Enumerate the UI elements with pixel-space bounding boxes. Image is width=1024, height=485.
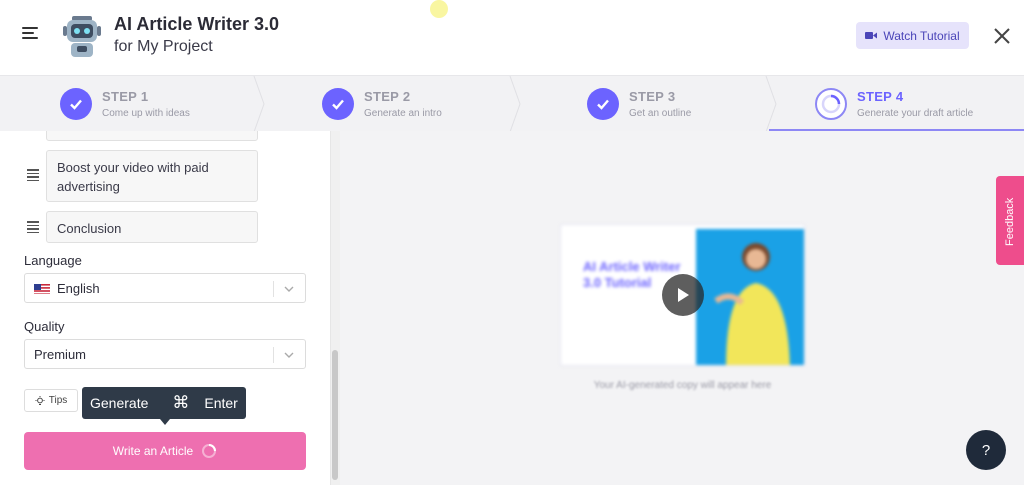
outline-item[interactable]: Conclusion [46,211,258,243]
step-separator [253,76,265,132]
check-icon [587,88,619,120]
language-select[interactable]: English [24,273,306,303]
feedback-tab[interactable]: Feedback [996,176,1024,265]
project-subtitle: for My Project [114,38,213,55]
step-1[interactable]: STEP 1 Come up with ideas [60,76,250,132]
watch-tutorial-label: Watch Tutorial [883,28,960,43]
write-article-label: Write an Article [112,444,194,458]
generate-shortcut-tooltip: Generate ⌘ Enter [82,387,246,425]
step-3[interactable]: STEP 3 Get an outline [587,76,767,132]
loading-spinner-icon [202,444,217,458]
play-icon[interactable] [662,274,704,316]
tips-label: Tips [48,395,68,406]
language-label: Language [24,253,82,268]
stepper: STEP 1 Come up with ideas STEP 2 Generat… [0,75,1024,132]
video-camera-icon [865,32,878,39]
close-icon[interactable] [992,26,1012,46]
robot-logo-icon [63,16,101,57]
scrollbar-thumb[interactable] [332,350,338,480]
app-title: AI Article Writer 3.0 [114,14,280,34]
app-root: AI Article Writer 3.0 for My Project Wat… [0,0,1024,485]
chevron-down-icon [284,286,294,292]
step-2-label: STEP 2 [364,89,411,104]
quality-value: Premium [34,346,87,362]
tooltip-enter: Enter [204,395,238,411]
chevron-down-icon [284,352,294,358]
us-flag-icon [34,283,50,294]
step-3-desc: Get an outline [629,108,692,119]
step-separator [509,76,521,132]
drag-handle-icon[interactable] [26,221,40,234]
step-4[interactable]: STEP 4 Generate your draft article [815,76,1015,132]
check-icon [60,88,92,120]
language-value: English [57,280,100,296]
step-separator [765,76,777,132]
lightbulb-icon [35,395,45,405]
step-1-label: STEP 1 [102,89,149,104]
feedback-label: Feedback [1004,197,1016,246]
outline-item-text: Boost your video with paid advertising [57,160,209,194]
cursor-highlight [430,0,448,18]
hamburger-menu-icon[interactable] [22,26,40,40]
outline-item-text: Conclusion [57,221,122,236]
step-1-desc: Come up with ideas [102,108,190,119]
watch-tutorial-button[interactable]: Watch Tutorial [856,22,969,49]
preview-caption: Your AI-generated copy will appear here [593,380,772,391]
check-icon [322,88,354,120]
command-key-icon: ⌘ [172,393,190,412]
loading-spinner-icon [815,88,847,120]
step-2[interactable]: STEP 2 Generate an intro [322,76,512,132]
tips-button[interactable]: Tips [24,389,78,412]
step-4-desc: Generate your draft article [857,108,974,119]
header: AI Article Writer 3.0 for My Project Wat… [0,0,1024,75]
drag-handle-icon[interactable] [26,169,40,182]
outline-item-partial[interactable] [46,131,258,141]
tooltip-action: Generate [90,395,149,411]
quality-select[interactable]: Premium [24,339,306,369]
help-label: ? [981,441,991,459]
outline-item[interactable]: Boost your video with paid advertising [46,150,258,202]
step-3-label: STEP 3 [629,89,676,104]
quality-label: Quality [24,319,65,334]
step-4-label: STEP 4 [857,89,904,104]
video-presenter-image [696,229,804,365]
step-2-desc: Generate an intro [364,108,442,119]
help-button[interactable]: ? [966,430,1006,470]
write-article-button[interactable]: Write an Article [24,432,306,470]
